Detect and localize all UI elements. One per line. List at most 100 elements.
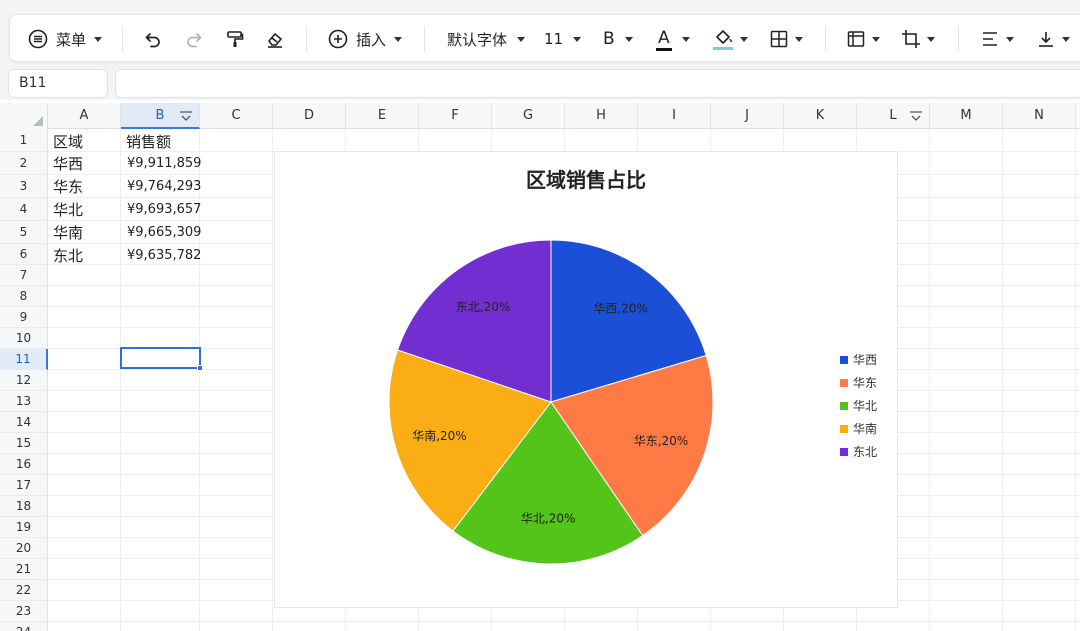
formula-input[interactable]	[115, 69, 1080, 98]
toolbar-area: 菜单 插入 默认字体 11 B A	[0, 0, 1080, 68]
row-header-1[interactable]: 1	[0, 129, 48, 152]
font-family-select[interactable]: 默认字体	[447, 15, 526, 63]
crop-button[interactable]	[901, 15, 935, 63]
cell-a3[interactable]: 华东	[48, 176, 121, 198]
row-header-23[interactable]: 23	[0, 601, 48, 622]
gridline	[1075, 129, 1076, 631]
row-header-16[interactable]: 16	[0, 454, 48, 475]
legend-label: 华北	[853, 399, 878, 413]
row-header-4[interactable]: 4	[0, 198, 48, 221]
row-header-19[interactable]: 19	[0, 517, 48, 538]
legend-swatch	[840, 378, 848, 387]
insert-button[interactable]: 插入	[328, 15, 403, 63]
fill-handle[interactable]	[197, 365, 203, 371]
legend-item[interactable]: 华南	[840, 417, 877, 440]
column-header-m[interactable]: M	[930, 103, 1003, 129]
redo-button[interactable]	[184, 15, 204, 63]
selected-cell-b11[interactable]	[120, 347, 201, 369]
row-header-11[interactable]: 11	[0, 349, 48, 370]
column-header-i[interactable]: I	[638, 103, 711, 129]
row-header-21[interactable]: 21	[0, 559, 48, 580]
eraser-icon	[265, 29, 285, 49]
row-header-20[interactable]: 20	[0, 538, 48, 559]
format-painter-button[interactable]	[225, 15, 245, 63]
cell-b4[interactable]: ¥9,693,657	[121, 199, 201, 221]
pie-chart[interactable]: 区域销售占比 华西,20% 华东,20% 华北,20% 华南,20% 东北,20% 华西…	[274, 151, 898, 608]
row-header-9[interactable]: 9	[0, 307, 48, 328]
column-header-f[interactable]: F	[419, 103, 492, 129]
filter-icon[interactable]	[909, 109, 923, 123]
cell-b2[interactable]: ¥9,911,859	[121, 153, 201, 175]
bold-icon: B	[603, 29, 615, 49]
font-family-value: 默认字体	[447, 30, 508, 49]
column-header-c[interactable]: C	[200, 103, 273, 129]
vertical-align-button[interactable]	[1036, 15, 1070, 63]
toolbar: 菜单 插入 默认字体 11 B A	[9, 14, 1080, 62]
row-header-22[interactable]: 22	[0, 580, 48, 601]
row-header-18[interactable]: 18	[0, 496, 48, 517]
row-header-6[interactable]: 6	[0, 244, 48, 265]
chevron-down-icon	[94, 36, 103, 42]
row-header-15[interactable]: 15	[0, 433, 48, 454]
legend-item[interactable]: 华东	[840, 371, 877, 394]
row-header-8[interactable]: 8	[0, 286, 48, 307]
menu-icon	[28, 29, 48, 49]
border-button[interactable]	[769, 15, 803, 63]
cell-a2[interactable]: 华西	[48, 153, 121, 175]
chevron-down-icon	[795, 36, 803, 42]
row-header-3[interactable]: 3	[0, 175, 48, 198]
undo-button[interactable]	[143, 15, 163, 63]
gridline	[48, 621, 1080, 622]
toolbar-divider	[122, 26, 123, 52]
chevron-down-icon	[740, 36, 748, 42]
legend-item[interactable]: 东北	[840, 440, 877, 463]
column-header-d[interactable]: D	[273, 103, 346, 129]
legend-item[interactable]: 华北	[840, 394, 877, 417]
row-header-7[interactable]: 7	[0, 265, 48, 286]
chart-legend: 华西 华东华北华南东北	[840, 348, 877, 463]
column-header-a[interactable]: A	[48, 103, 121, 129]
row-header-5[interactable]: 5	[0, 221, 48, 244]
column-header-n[interactable]: N	[1003, 103, 1076, 129]
cell-a4[interactable]: 华北	[48, 199, 121, 221]
cell-a6[interactable]: 东北	[48, 245, 121, 267]
cell-b5[interactable]: ¥9,665,309	[121, 222, 201, 244]
cell-a1[interactable]: 区域	[48, 130, 121, 152]
cell-b6[interactable]: ¥9,635,782	[121, 245, 201, 267]
column-header-h[interactable]: H	[565, 103, 638, 129]
cell-b1[interactable]: 销售额	[121, 130, 201, 152]
legend-swatch	[840, 447, 848, 456]
cell-b3[interactable]: ¥9,764,293	[121, 176, 201, 198]
font-size-select[interactable]: 11	[544, 15, 582, 63]
legend-label: 东北	[853, 445, 878, 459]
legend-swatch	[840, 424, 848, 433]
chevron-down-icon	[1062, 36, 1070, 42]
filter-icon[interactable]	[179, 109, 193, 123]
column-header-k[interactable]: K	[784, 103, 857, 129]
select-all-corner[interactable]	[0, 103, 48, 129]
cell-reference-box[interactable]: B11	[8, 69, 108, 98]
row-header-2[interactable]: 2	[0, 152, 48, 175]
row-header-24[interactable]: 24	[0, 622, 48, 631]
legend-label: 华南	[853, 422, 878, 436]
pie-chart-plot: 华西,20% 华东,20% 华北,20% 华南,20% 东北,20%	[388, 239, 714, 565]
legend-item[interactable]: 华西	[840, 348, 877, 371]
row-header-14[interactable]: 14	[0, 412, 48, 433]
column-header-e[interactable]: E	[346, 103, 419, 129]
font-color-button[interactable]: A	[656, 15, 690, 63]
clear-format-button[interactable]	[265, 15, 285, 63]
cell-a5[interactable]: 华南	[48, 222, 121, 244]
column-header-g[interactable]: G	[492, 103, 565, 129]
toolbar-divider	[825, 26, 826, 52]
row-header-10[interactable]: 10	[0, 328, 48, 349]
row-header-13[interactable]: 13	[0, 391, 48, 412]
fill-color-button[interactable]	[712, 15, 748, 63]
bold-button[interactable]: B	[603, 15, 633, 63]
align-button[interactable]	[980, 15, 1014, 63]
chevron-down-icon	[872, 36, 880, 42]
menu-button[interactable]: 菜单	[28, 15, 103, 63]
column-header-j[interactable]: J	[711, 103, 784, 129]
row-header-12[interactable]: 12	[0, 370, 48, 391]
freeze-button[interactable]	[846, 15, 880, 63]
row-header-17[interactable]: 17	[0, 475, 48, 496]
